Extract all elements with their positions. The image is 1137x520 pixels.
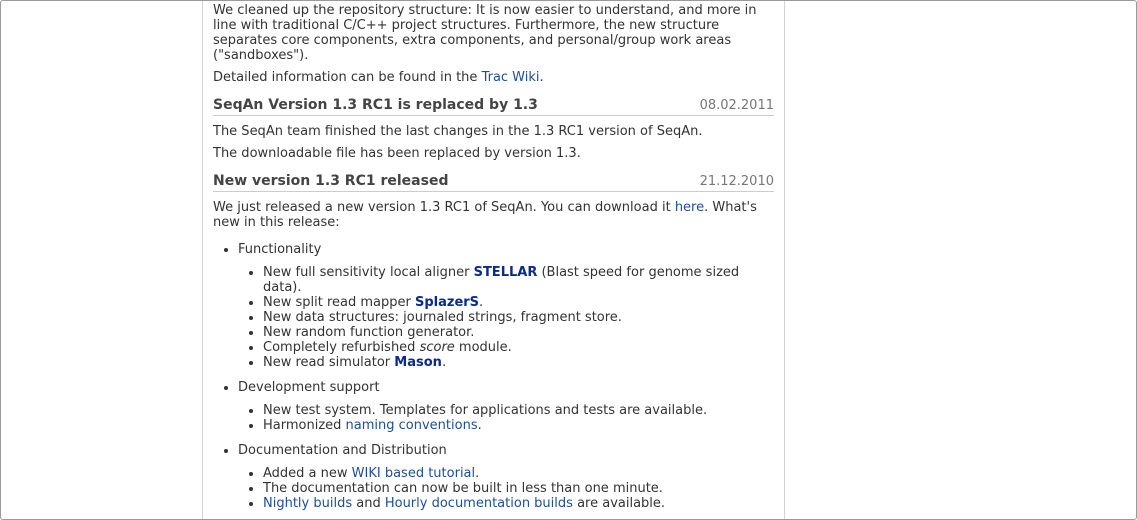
- list-item: New test system. Templates for applicati…: [263, 403, 774, 418]
- list-item: Nightly builds and Hourly documentation …: [263, 496, 774, 511]
- details-paragraph: Detailed information can be found in the…: [213, 70, 774, 85]
- splazers-link[interactable]: SplazerS: [415, 295, 479, 310]
- release-intro-text: We just released a new version 1.3 RC1 o…: [213, 200, 675, 215]
- list-item: New split read mapper SplazerS.: [263, 295, 774, 310]
- list-item: The documentation can now be built in le…: [263, 481, 774, 496]
- browser-viewport: We cleaned up the repository structure: …: [0, 0, 1137, 520]
- list-item-text: and: [352, 496, 385, 511]
- news-header: SeqAn Version 1.3 RC1 is replaced by 1.3…: [213, 98, 774, 116]
- list-item-text: .: [477, 418, 482, 433]
- naming-conventions-link[interactable]: naming conventions: [346, 418, 478, 433]
- release-intro-paragraph: We just released a new version 1.3 RC1 o…: [213, 200, 774, 230]
- list-item-text: .: [479, 295, 484, 310]
- list-item: Development support New test system. Tem…: [238, 380, 774, 433]
- list-item: New random function generator.: [263, 325, 774, 340]
- list-item-text: module.: [454, 340, 512, 355]
- news-date: 21.12.2010: [699, 174, 774, 189]
- news-paragraph: The downloadable file has been replaced …: [213, 146, 581, 161]
- wiki-tutorial-link[interactable]: WIKI based tutorial: [352, 466, 475, 481]
- news-content: We cleaned up the repository structure: …: [213, 3, 774, 519]
- details-text: Detailed information can be found in the: [213, 70, 482, 85]
- list-item-text: Harmonized: [263, 418, 346, 433]
- release-features-list: Functionality New full sensitivity local…: [213, 242, 774, 511]
- details-end: .: [539, 70, 544, 85]
- functionality-list: New full sensitivity local aligner STELL…: [238, 265, 774, 370]
- section-label-functionality: Functionality: [238, 242, 322, 257]
- mason-link[interactable]: Mason: [394, 355, 442, 370]
- list-item: Documentation and Distribution Added a n…: [238, 443, 774, 511]
- content-column: We cleaned up the repository structure: …: [202, 1, 785, 519]
- list-item-text: New split read mapper: [263, 295, 415, 310]
- development-list: New test system. Templates for applicati…: [238, 403, 774, 433]
- section-label-development: Development support: [238, 380, 380, 395]
- repository-paragraph: We cleaned up the repository structure: …: [213, 3, 757, 63]
- trac-wiki-link[interactable]: Trac Wiki: [482, 70, 540, 85]
- list-item: Completely refurbished score module.: [263, 340, 774, 355]
- download-here-link[interactable]: here: [675, 200, 704, 215]
- list-item-text: Completely refurbished: [263, 340, 420, 355]
- list-item: Added a new WIKI based tutorial.: [263, 466, 774, 481]
- list-item-text: .: [475, 466, 480, 481]
- score-module-name: score: [419, 340, 455, 355]
- hourly-doc-builds-link[interactable]: Hourly documentation builds: [385, 496, 573, 511]
- news-paragraph: The SeqAn team finished the last changes…: [213, 124, 703, 139]
- section-label-documentation: Documentation and Distribution: [238, 443, 447, 458]
- list-item: Harmonized naming conventions.: [263, 418, 774, 433]
- list-item: New read simulator Mason.: [263, 355, 774, 370]
- list-item-text: New read simulator: [263, 355, 395, 370]
- stellar-link[interactable]: STELLAR: [474, 265, 538, 280]
- news-title: New version 1.3 RC1 released: [213, 173, 449, 189]
- documentation-list: Added a new WIKI based tutorial. The doc…: [238, 466, 774, 511]
- nightly-builds-link[interactable]: Nightly builds: [263, 496, 352, 511]
- list-item-text: are available.: [572, 496, 666, 511]
- news-header: New version 1.3 RC1 released 21.12.2010: [213, 174, 774, 192]
- list-item-text: New full sensitivity local aligner: [263, 265, 474, 280]
- news-date: 08.02.2011: [699, 98, 774, 113]
- list-item: New full sensitivity local aligner STELL…: [263, 265, 774, 295]
- list-item-text: Added a new: [263, 466, 352, 481]
- list-item-text: .: [441, 355, 447, 370]
- list-item: New data structures: journaled strings, …: [263, 310, 774, 325]
- news-title: SeqAn Version 1.3 RC1 is replaced by 1.3: [213, 97, 538, 113]
- list-item: Functionality New full sensitivity local…: [238, 242, 774, 370]
